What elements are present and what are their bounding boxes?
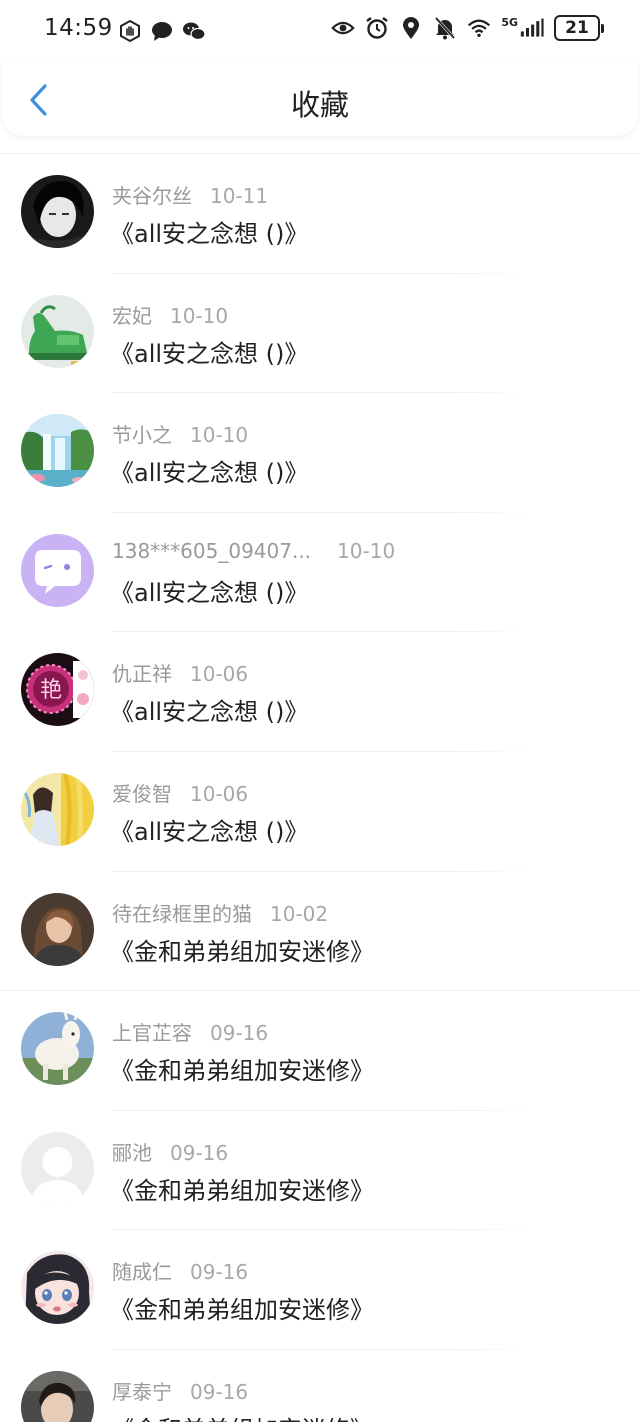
item-title[interactable]: 《金和弟弟组加安迷修》 — [110, 932, 374, 967]
date: 10-10 — [170, 303, 229, 328]
username[interactable]: 节小之 — [112, 423, 172, 447]
list-item[interactable]: 待在绿框里的猫 10-02 《金和弟弟组加安迷修》 — [0, 872, 640, 992]
item-meta: 上官芷容 09-16 — [112, 1017, 268, 1046]
username[interactable]: 仇正祥 — [112, 662, 172, 686]
avatar[interactable] — [21, 772, 94, 846]
date: 10-10 — [190, 423, 249, 448]
avatar[interactable] — [21, 533, 94, 607]
list-item[interactable]: 厚泰宁 09-16 《金和弟弟组加安迷修》 — [0, 1350, 640, 1422]
username[interactable]: 郦池 — [112, 1141, 152, 1165]
username[interactable]: 厚泰宁 — [112, 1380, 172, 1404]
date: 10-11 — [210, 184, 269, 208]
chat-bubble-icon — [150, 18, 174, 44]
list-item[interactable]: 艳 仇正祥 10-06 《all安之念想 ()》 — [0, 632, 640, 752]
avatar[interactable] — [21, 294, 94, 368]
item-title[interactable]: 《all安之念想 ()》 — [110, 573, 308, 608]
avatar[interactable] — [21, 1131, 94, 1205]
list-item[interactable]: 宏妃 10-10 《all安之念想 ()》 — [0, 274, 640, 394]
favorites-list: 夹谷尔丝 10-11 《all安之念想 ()》 宏妃 10-10 《all安之念想 … — [0, 154, 640, 1422]
item-title[interactable]: 《all安之念想 ()》 — [110, 334, 308, 369]
wifi-icon — [467, 15, 491, 41]
item-title[interactable]: 《all安之念想 ()》 — [110, 692, 308, 727]
avatar[interactable] — [21, 1370, 94, 1422]
item-meta: 爱俊智 10-06 — [112, 778, 248, 807]
status-bar: 14:59 5G 21 — [0, 0, 640, 62]
item-meta: 郦池 09-16 — [112, 1137, 228, 1166]
header-bar: 收藏 — [2, 62, 638, 136]
username[interactable]: 上官芷容 — [112, 1021, 192, 1045]
username[interactable]: 宏妃 — [112, 304, 152, 328]
username[interactable]: 138***605_09407... — [112, 539, 311, 563]
avatar[interactable] — [21, 892, 94, 966]
status-right-icons: 5G 21 — [331, 15, 604, 41]
username[interactable]: 待在绿框里的猫 — [112, 902, 252, 926]
date: 09-16 — [170, 1140, 229, 1165]
item-title[interactable]: 《金和弟弟组加安迷修》 — [110, 1290, 374, 1325]
bell-off-icon — [433, 15, 457, 41]
battery-level: 21 — [565, 18, 589, 38]
list-item[interactable]: 爱俊智 10-06 《all安之念想 ()》 — [0, 752, 640, 872]
wechat-icon — [182, 18, 206, 44]
list-item[interactable]: 夹谷尔丝 10-11 《all安之念想 ()》 — [0, 154, 640, 274]
date: 10-02 — [270, 901, 329, 926]
date: 09-16 — [190, 1260, 249, 1285]
avatar[interactable] — [21, 175, 94, 248]
list-item[interactable]: 郦池 09-16 《金和弟弟组加安迷修》 — [0, 1111, 640, 1231]
eye-icon — [331, 15, 356, 41]
list-item[interactable]: 138***605_09407... 10-10 《all安之念想 ()》 — [0, 513, 640, 633]
item-title[interactable]: 《all安之念想 ()》 — [110, 453, 308, 488]
item-meta: 待在绿框里的猫 10-02 — [112, 898, 328, 927]
hand-shield-icon — [118, 18, 142, 44]
status-time: 14:59 — [44, 15, 113, 41]
item-meta: 夹谷尔丝 10-11 — [112, 180, 268, 209]
date: 10-10 — [337, 538, 396, 563]
battery-icon: 21 — [554, 15, 604, 41]
list-item[interactable]: 上官芷容 09-16 《金和弟弟组加安迷修》 — [0, 991, 640, 1111]
avatar[interactable] — [21, 414, 94, 488]
avatar[interactable] — [21, 1251, 94, 1325]
date: 10-06 — [190, 781, 249, 806]
alarm-icon — [365, 15, 389, 41]
svg-text:艳: 艳 — [40, 678, 62, 703]
item-meta: 仇正祥 10-06 — [112, 658, 248, 687]
date: 10-06 — [190, 662, 249, 687]
item-meta: 宏妃 10-10 — [112, 300, 228, 329]
list-item[interactable]: 节小之 10-10 《all安之念想 ()》 — [0, 393, 640, 513]
item-meta: 厚泰宁 09-16 — [112, 1376, 248, 1405]
avatar[interactable]: 艳 — [21, 653, 94, 727]
network-type: 5G — [501, 15, 518, 29]
location-icon — [399, 15, 423, 41]
list-item[interactable]: 随成仁 09-16 《金和弟弟组加安迷修》 — [0, 1230, 640, 1350]
item-meta: 138***605_09407... 10-10 — [112, 539, 395, 563]
username[interactable]: 夹谷尔丝 — [112, 184, 192, 208]
username[interactable]: 随成仁 — [112, 1260, 172, 1284]
default-user-icon — [21, 1131, 94, 1205]
status-left-icons — [118, 18, 206, 44]
item-title[interactable]: 《all安之念想 ()》 — [110, 214, 308, 249]
item-meta: 节小之 10-10 — [112, 419, 248, 448]
avatar[interactable] — [21, 1012, 94, 1086]
item-title[interactable]: 《金和弟弟组加安迷修》 — [110, 1171, 374, 1206]
date: 09-16 — [210, 1021, 269, 1046]
page-title: 收藏 — [290, 88, 349, 122]
item-title[interactable]: 《金和弟弟组加安迷修》 — [110, 1410, 374, 1422]
item-title[interactable]: 《all安之念想 ()》 — [110, 812, 308, 847]
signal-icon — [520, 15, 544, 41]
date: 09-16 — [190, 1379, 249, 1404]
item-title[interactable]: 《金和弟弟组加安迷修》 — [110, 1051, 374, 1086]
username[interactable]: 爱俊智 — [112, 782, 172, 806]
item-meta: 随成仁 09-16 — [112, 1256, 248, 1285]
